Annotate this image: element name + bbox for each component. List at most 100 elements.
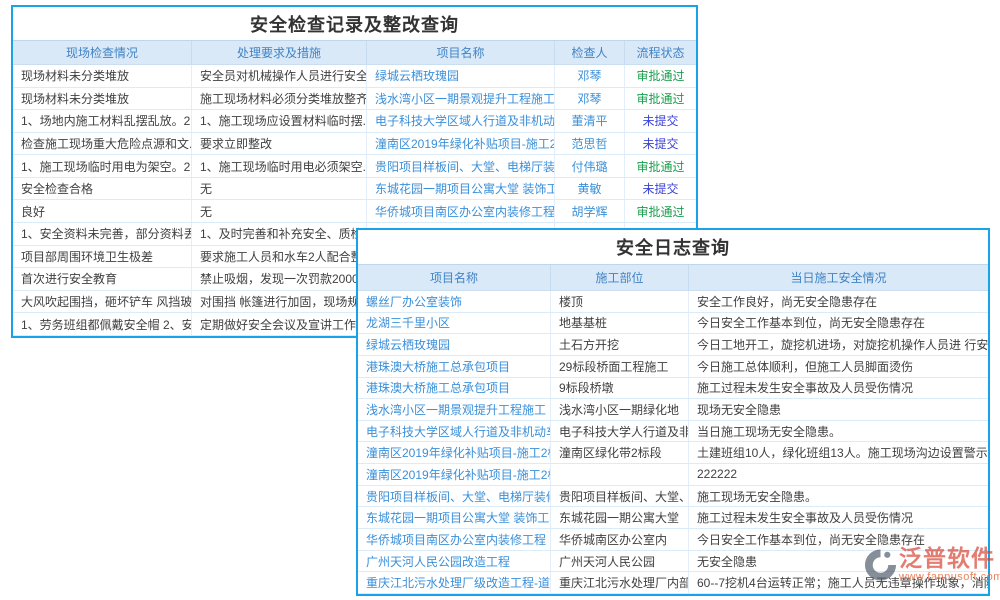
inspection-table-row: 检查施工现场重大危险点源和文... 要求立即整改 潼南区2019年绿化补贴项目-…	[13, 133, 696, 156]
project-name-link[interactable]: 龙湖三千里小区	[358, 313, 551, 334]
inspection-table-row: 1、施工现场临时用电为架空。2... 1、施工现场临时用电必须架空... 贵阳项…	[13, 155, 696, 178]
measures-cell: 要求施工人员和水车2人配合整...	[192, 246, 367, 268]
project-name-link[interactable]: 贵阳项目样板间、大堂、电梯厅装修工程	[367, 155, 555, 177]
project-name-link[interactable]: 华侨城项目南区办公室内装修工程	[358, 529, 551, 550]
measures-cell: 安全员对机械操作人员进行安全...	[192, 65, 367, 87]
measures-cell: 1、施工现场应设置材料临时摆...	[192, 110, 367, 132]
inspector-link[interactable]: 邓琴	[555, 88, 625, 110]
site-situation-cell: 项目部周围环境卫生极差	[13, 246, 192, 268]
flow-status-badge: 审批通过	[625, 65, 696, 87]
daily-safety-cell: 施工过程未发生安全事故及人员受伤情况	[689, 378, 988, 399]
measures-cell: 施工现场材料必须分类堆放整齐...	[192, 88, 367, 110]
project-name-link[interactable]: 华侨城项目南区办公室内装修工程	[367, 200, 555, 222]
daily-safety-cell: 施工过程未发生安全事故及人员受伤情况	[689, 507, 988, 528]
column-header-project-name: 项目名称	[358, 265, 551, 290]
site-situation-cell: 1、施工现场临时用电为架空。2...	[13, 155, 192, 177]
project-name-link[interactable]: 贵阳项目样板间、大堂、电梯厅装修工程	[358, 486, 551, 507]
column-header-daily-safety: 当日施工安全情况	[689, 265, 988, 290]
site-situation-cell: 现场材料未分类堆放	[13, 88, 192, 110]
log-table-row: 潼南区2019年绿化补贴项目-施工2标段 222222	[358, 464, 988, 486]
flow-status-badge: 审批通过	[625, 88, 696, 110]
construction-part-cell: 29标段桥面工程施工	[551, 356, 689, 377]
inspector-link[interactable]: 邓琴	[555, 65, 625, 87]
project-name-link[interactable]: 东城花园一期项目公寓大堂 装饰工程	[367, 178, 555, 200]
flow-status-badge: 未提交	[625, 178, 696, 200]
project-name-link[interactable]: 螺丝厂办公室装饰	[358, 291, 551, 312]
construction-part-cell: 潼南区绿化带2标段	[551, 442, 689, 463]
flow-status-badge: 未提交	[625, 133, 696, 155]
site-situation-cell: 首次进行安全教育	[13, 268, 192, 290]
log-table-row: 港珠澳大桥施工总承包项目 9标段桥墩 施工过程未发生安全事故及人员受伤情况	[358, 378, 988, 400]
project-name-link[interactable]: 电子科技大学区域人行道及非机动车道工程	[367, 110, 555, 132]
log-table-row: 潼南区2019年绿化补贴项目-施工2标段 潼南区绿化带2标段 土建班组10人，绿…	[358, 442, 988, 464]
project-name-link[interactable]: 绿城云栖玫瑰园	[358, 334, 551, 355]
construction-part-cell: 地基基桩	[551, 313, 689, 334]
column-header-site-situation: 现场检查情况	[13, 41, 192, 64]
inspection-table-row: 现场材料未分类堆放 安全员对机械操作人员进行安全... 绿城云栖玫瑰园 邓琴 审…	[13, 65, 696, 88]
inspection-panel-title: 安全检查记录及整改查询	[13, 7, 696, 40]
project-name-link[interactable]: 绿城云栖玫瑰园	[367, 65, 555, 87]
log-table-row: 浅水湾小区一期景观提升工程施工 浅水湾小区一期绿化地 现场无安全隐患	[358, 399, 988, 421]
construction-part-cell: 楼顶	[551, 291, 689, 312]
log-table-row: 广州天河人民公园改造工程 广州天河人民公园 无安全隐患	[358, 551, 988, 573]
measures-cell: 无	[192, 178, 367, 200]
project-name-link[interactable]: 东城花园一期项目公寓大堂 装饰工程	[358, 507, 551, 528]
log-table-body: 螺丝厂办公室装饰 楼顶 安全工作良好，尚无安全隐患存在 龙湖三千里小区 地基基桩…	[358, 291, 988, 594]
construction-part-cell: 土石方开挖	[551, 334, 689, 355]
project-name-link[interactable]: 重庆江北污水处理厂级改造工程-道路修复	[358, 572, 551, 593]
construction-part-cell	[551, 464, 689, 485]
daily-safety-cell: 今日安全工作基本到位，尚无安全隐患存在	[689, 313, 988, 334]
project-name-link[interactable]: 电子科技大学区域人行道及非机动车道工程	[358, 421, 551, 442]
log-table-row: 重庆江北污水处理厂级改造工程-道路修复 重庆江北污水处理厂内部... 60--7…	[358, 572, 988, 594]
daily-safety-cell: 今日工地开工，旋挖机进场，对旋挖机操作人员进 行安全技术...	[689, 334, 988, 355]
project-name-link[interactable]: 潼南区2019年绿化补贴项目-施工2标段	[358, 442, 551, 463]
project-name-link[interactable]: 浅水湾小区一期景观提升工程施工	[358, 399, 551, 420]
site-situation-cell: 1、安全资料未完善，部分资料丢...	[13, 223, 192, 245]
inspector-link[interactable]: 胡学辉	[555, 200, 625, 222]
column-header-project-name: 项目名称	[367, 41, 555, 64]
construction-part-cell: 华侨城南区办公室内	[551, 529, 689, 550]
site-situation-cell: 1、劳务班组都佩戴安全帽 2、安...	[13, 313, 192, 335]
inspector-link[interactable]: 黄敏	[555, 178, 625, 200]
construction-part-cell: 广州天河人民公园	[551, 551, 689, 572]
daily-safety-cell: 施工现场无安全隐患。	[689, 486, 988, 507]
inspection-table-row: 现场材料未分类堆放 施工现场材料必须分类堆放整齐... 浅水湾小区一期景观提升工…	[13, 88, 696, 111]
inspection-table-row: 安全检查合格 无 东城花园一期项目公寓大堂 装饰工程 黄敏 未提交	[13, 178, 696, 201]
inspection-table-row: 1、场地内施工材料乱摆乱放。2... 1、施工现场应设置材料临时摆... 电子科…	[13, 110, 696, 133]
site-situation-cell: 良好	[13, 200, 192, 222]
daily-safety-cell: 222222	[689, 464, 988, 485]
daily-safety-cell: 今日施工总体顺利，但施工人员脚面烫伤	[689, 356, 988, 377]
measures-cell: 要求立即整改	[192, 133, 367, 155]
measures-cell: 对围挡 帐篷进行加固，现场规...	[192, 291, 367, 313]
project-name-link[interactable]: 广州天河人民公园改造工程	[358, 551, 551, 572]
safety-log-panel-title: 安全日志查询	[358, 230, 988, 264]
project-name-link[interactable]: 港珠澳大桥施工总承包项目	[358, 378, 551, 399]
daily-safety-cell: 安全工作良好，尚无安全隐患存在	[689, 291, 988, 312]
site-situation-cell: 现场材料未分类堆放	[13, 65, 192, 87]
inspector-link[interactable]: 董清平	[555, 110, 625, 132]
column-header-construction-part: 施工部位	[551, 265, 689, 290]
log-table-row: 电子科技大学区域人行道及非机动车道工程 电子科技大学人行道及非... 当日施工现…	[358, 421, 988, 443]
measures-cell: 1、施工现场临时用电必须架空...	[192, 155, 367, 177]
inspection-table-row: 良好 无 华侨城项目南区办公室内装修工程 胡学辉 审批通过	[13, 200, 696, 223]
daily-safety-cell: 60--7挖机4台运转正常；施工人员无违章操作现象，消防7人在...	[689, 572, 988, 593]
daily-safety-cell: 土建班组10人，绿化班组13人。施工现场沟边设置警示标识，...	[689, 442, 988, 463]
daily-safety-cell: 今日安全工作基本到位，尚无安全隐患存在	[689, 529, 988, 550]
measures-cell: 无	[192, 200, 367, 222]
inspector-link[interactable]: 付伟璐	[555, 155, 625, 177]
site-situation-cell: 大风吹起围挡，砸坏铲车 风挡玻...	[13, 291, 192, 313]
project-name-link[interactable]: 潼南区2019年绿化补贴项目-施工2标段	[358, 464, 551, 485]
inspection-table-header: 现场检查情况 处理要求及措施 项目名称 检查人 流程状态	[13, 40, 696, 65]
daily-safety-cell: 无安全隐患	[689, 551, 988, 572]
log-table-row: 绿城云栖玫瑰园 土石方开挖 今日工地开工，旋挖机进场，对旋挖机操作人员进 行安全…	[358, 334, 988, 356]
log-table-row: 东城花园一期项目公寓大堂 装饰工程 东城花园一期公寓大堂 施工过程未发生安全事故…	[358, 507, 988, 529]
inspector-link[interactable]: 范思哲	[555, 133, 625, 155]
project-name-link[interactable]: 港珠澳大桥施工总承包项目	[358, 356, 551, 377]
measures-cell: 1、及时完善和补充安全、质检...	[192, 223, 367, 245]
log-table-row: 港珠澳大桥施工总承包项目 29标段桥面工程施工 今日施工总体顺利，但施工人员脚面…	[358, 356, 988, 378]
project-name-link[interactable]: 浅水湾小区一期景观提升工程施工	[367, 88, 555, 110]
construction-part-cell: 东城花园一期公寓大堂	[551, 507, 689, 528]
project-name-link[interactable]: 潼南区2019年绿化补贴项目-施工2标段	[367, 133, 555, 155]
site-situation-cell: 1、场地内施工材料乱摆乱放。2...	[13, 110, 192, 132]
construction-part-cell: 9标段桥墩	[551, 378, 689, 399]
